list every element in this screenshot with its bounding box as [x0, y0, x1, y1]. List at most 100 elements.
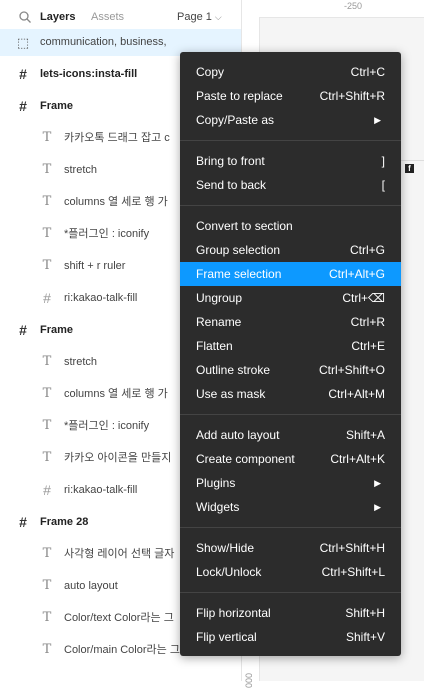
frame-icon: # [19, 98, 27, 114]
component-grid-icon: # [43, 290, 51, 306]
submenu-arrow-icon: ▶ [374, 115, 381, 125]
menu-separator [180, 140, 401, 141]
layer-label: ri:kakao-talk-fill [64, 292, 138, 304]
layer-label: 카카오톡 드래그 잡고 c [64, 132, 170, 144]
menu-item-label: Copy/Paste as [196, 113, 275, 127]
menu-item-add-auto-layout[interactable]: Add auto layout Shift+A [180, 423, 401, 447]
layer-label: lets-icons:insta-fill [40, 68, 138, 80]
menu-item-shortcut: Ctrl+Shift+R [319, 89, 385, 103]
menu-item-copy[interactable]: Copy Ctrl+C [180, 60, 401, 84]
menu-item-send-to-back[interactable]: Send to back [ [180, 173, 401, 197]
layer-label: stretch [64, 356, 98, 368]
menu-item-shortcut: Shift+V [345, 630, 385, 644]
tab-assets[interactable]: Assets [91, 11, 124, 23]
page-selector[interactable]: Page 1 ⌵ [177, 11, 222, 23]
text-icon: T [42, 258, 52, 273]
layer-label: columns 열 세로 행 가 [64, 388, 168, 400]
text-icon: T [42, 354, 52, 369]
text-icon: T [42, 450, 52, 465]
menu-item-label: Frame selection [196, 267, 282, 281]
menu-item-shortcut: Ctrl+R [350, 315, 385, 329]
menu-item-label: Flip horizontal [196, 606, 271, 620]
menu-item-flatten[interactable]: Flatten Ctrl+E [180, 334, 401, 358]
text-icon: T [42, 130, 52, 145]
menu-item-copy-paste-as[interactable]: Copy/Paste as ▶ [180, 108, 401, 132]
submenu-arrow-icon: ▶ [374, 478, 381, 488]
canvas-guide-line [401, 160, 424, 161]
menu-item-label: Outline stroke [196, 363, 271, 377]
menu-item-shortcut: Ctrl+Shift+L [321, 565, 385, 579]
menu-item-lock-unlock[interactable]: Lock/Unlock Ctrl+Shift+L [180, 560, 401, 584]
menu-item-label: Send to back [196, 178, 267, 192]
menu-item-label: Convert to section [196, 219, 293, 233]
menu-item-use-as-mask[interactable]: Use as mask Ctrl+Alt+M [180, 382, 401, 406]
menu-item-label: Use as mask [196, 387, 266, 401]
search-icon[interactable] [18, 10, 32, 24]
menu-item-shortcut: Shift+H [345, 606, 385, 620]
text-icon: T [42, 386, 52, 401]
submenu-arrow-icon: ▶ [374, 502, 381, 512]
menu-item-label: Add auto layout [196, 428, 280, 442]
layer-label: Color/text Color라는 그 [64, 612, 174, 624]
dashed-frame-icon: ⬚ [16, 35, 30, 50]
menu-item-convert-to-section[interactable]: Convert to section [180, 214, 401, 238]
menu-item-shortcut: Ctrl+⌫ [342, 291, 385, 305]
layer-label: Frame 28 [40, 516, 89, 528]
frame-icon: # [19, 514, 27, 530]
menu-item-ungroup[interactable]: Ungroup Ctrl+⌫ [180, 286, 401, 310]
frame-icon: # [19, 322, 27, 338]
menu-item-shortcut: Ctrl+Alt+G [328, 267, 385, 281]
menu-item-label: Flatten [196, 339, 233, 353]
text-icon: T [42, 226, 52, 241]
menu-item-paste-to-replace[interactable]: Paste to replace Ctrl+Shift+R [180, 84, 401, 108]
frame-icon: # [19, 66, 27, 82]
text-icon: T [42, 162, 52, 177]
ruler-top: -250 [242, 0, 424, 18]
menu-item-bring-to-front[interactable]: Bring to front] [180, 149, 401, 173]
menu-item-label: Lock/Unlock [196, 565, 262, 579]
menu-item-show-hide[interactable]: Show/Hide Ctrl+Shift+H [180, 536, 401, 560]
menu-item-label: Create component [196, 452, 295, 466]
menu-item-flip-vertical[interactable]: Flip vertical Shift+V [180, 625, 401, 649]
menu-item-shortcut: Ctrl+E [351, 339, 385, 353]
ruler-top-label: -250 [344, 1, 363, 11]
menu-separator [180, 414, 401, 415]
component-grid-icon: # [43, 482, 51, 498]
menu-item-label: Flip vertical [196, 630, 257, 644]
menu-item-flip-horizontal[interactable]: Flip horizontal Shift+H [180, 601, 401, 625]
menu-item-label: Bring to front [196, 154, 265, 168]
menu-item-frame-selection[interactable]: Frame selection Ctrl+Alt+G [180, 262, 401, 286]
text-icon: T [42, 578, 52, 593]
menu-item-shortcut: Ctrl+Alt+K [330, 452, 385, 466]
context-menu: Copy Ctrl+C Paste to replace Ctrl+Shift+R Co… [180, 52, 401, 656]
layer-label: *플러그인 : iconify [64, 228, 150, 240]
menu-item-shortcut: Ctrl+G [349, 243, 385, 257]
menu-item-create-component[interactable]: Create component Ctrl+Alt+K [180, 447, 401, 471]
text-icon: T [42, 194, 52, 209]
text-icon: T [42, 418, 52, 433]
menu-item-shortcut: [ [381, 178, 385, 192]
layer-label: ri:kakao-talk-fill [64, 484, 138, 496]
menu-item-plugins[interactable]: Plugins ▶ [180, 471, 401, 495]
layer-label: *플러그인 : iconify [64, 420, 150, 432]
menu-item-label: Widgets [196, 500, 240, 514]
layer-label: 카카오 아이콘을 만들지 [64, 452, 172, 464]
page-selector-label: Page 1 [177, 11, 212, 23]
menu-item-shortcut: Ctrl+Alt+M [328, 387, 385, 401]
tab-layers[interactable]: Layers [40, 11, 75, 23]
menu-item-rename[interactable]: Rename Ctrl+R [180, 310, 401, 334]
text-icon: T [42, 610, 52, 625]
menu-item-label: Show/Hide [196, 541, 255, 555]
menu-item-outline-stroke[interactable]: Outline stroke Ctrl+Shift+O [180, 358, 401, 382]
layer-label: columns 열 세로 행 가 [64, 196, 168, 208]
menu-separator [180, 592, 401, 593]
menu-item-widgets[interactable]: Widgets ▶ [180, 495, 401, 519]
menu-item-label: Ungroup [196, 291, 243, 305]
text-icon: T [42, 546, 52, 561]
menu-item-shortcut: Ctrl+Shift+H [319, 541, 385, 555]
menu-item-label: Copy [196, 65, 225, 79]
menu-item-label: Rename [196, 315, 242, 329]
menu-item-group-selection[interactable]: Group selection Ctrl+G [180, 238, 401, 262]
menu-item-shortcut: Ctrl+C [350, 65, 385, 79]
menu-item-label: Paste to replace [196, 89, 283, 103]
